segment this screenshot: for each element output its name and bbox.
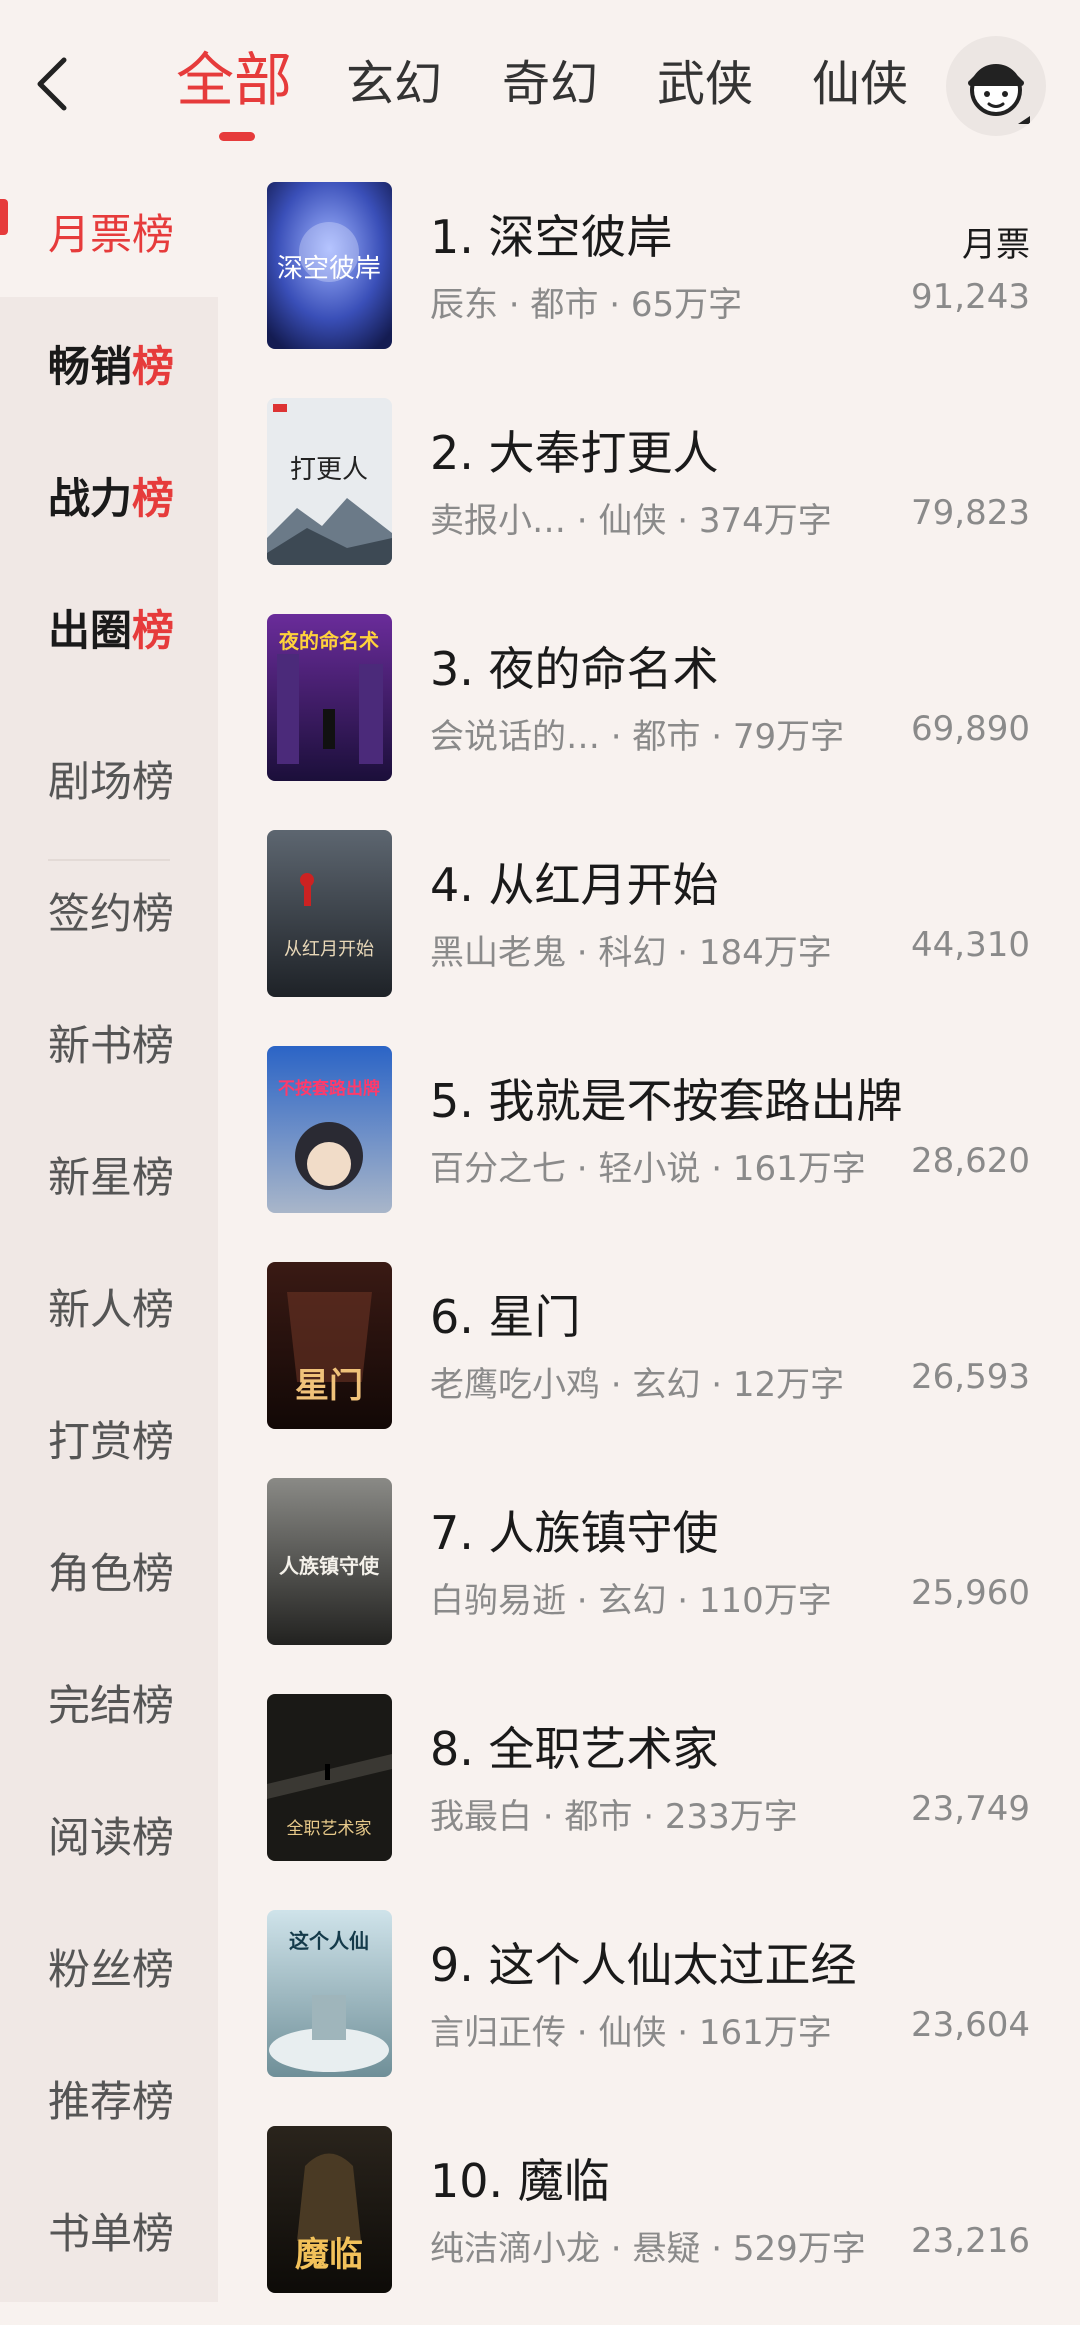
book-cover: 深空彼岸 [267, 182, 392, 349]
sidebar-item-label: 战力 [48, 473, 133, 523]
cover-title: 深空彼岸 [277, 254, 381, 284]
book-cover: 魔临 [267, 2126, 392, 2293]
sidebar-item-newcomer[interactable]: 新人榜 [0, 1240, 218, 1372]
vote-count: 26,593 [911, 1357, 1030, 1397]
book-meta: 百分之七 · 轻小说 · 161万字 [430, 1149, 866, 1189]
vote-count: 23,749 [911, 1789, 1030, 1829]
book-meta: 白驹易逝 · 玄幻 · 110万字 [430, 1581, 832, 1621]
book-cover: 星门 [267, 1262, 392, 1429]
book-title: 6. 星门 [430, 1290, 581, 1344]
book-title: 4. 从红月开始 [430, 858, 719, 912]
user-avatar-button[interactable] [946, 36, 1046, 136]
avatar-icon [968, 64, 1030, 124]
top-bar: 全部 玄幻 奇幻 武侠 仙侠 [0, 0, 1080, 165]
vote-count: 23,604 [911, 2005, 1030, 2045]
cover-title: 从红月开始 [284, 939, 374, 960]
vote-count: 25,960 [911, 1573, 1030, 1613]
book-title: 5. 我就是不按套路出牌 [430, 1074, 903, 1128]
book-cover: 夜的命名术 [267, 614, 392, 781]
sidebar-item-label: 畅销 [48, 341, 133, 391]
book-title: 9. 这个人仙太过正经 [430, 1938, 857, 1992]
book-cover: 全职艺术家 [267, 1694, 392, 1861]
sidebar-item-fans[interactable]: 粉丝榜 [0, 1900, 218, 2032]
sidebar-item-signed[interactable]: 签约榜 [0, 844, 218, 976]
sidebar-item-breakout[interactable]: 出圈榜 [0, 561, 218, 693]
cover-title: 星门 [295, 1366, 363, 1406]
cover-title: 人族镇守使 [279, 1554, 380, 1578]
sidebar-item-suffix: 榜 [132, 605, 175, 655]
active-tab-indicator [219, 132, 255, 141]
sidebar-item-completed[interactable]: 完结榜 [0, 1636, 218, 1768]
book-title: 1. 深空彼岸 [430, 210, 673, 264]
vote-count: 23,216 [911, 2221, 1030, 2261]
list-item[interactable]: 深空彼岸 1. 深空彼岸 月票 辰东 · 都市 · 65万字 91,243 [218, 165, 1080, 381]
list-item[interactable]: 魔临 10. 魔临 纯洁滴小龙 · 悬疑 · 529万字 23,216 [218, 2109, 1080, 2325]
book-meta: 老鹰吃小鸡 · 玄幻 · 12万字 [430, 1365, 845, 1405]
book-meta: 纯洁滴小龙 · 悬疑 · 529万字 [430, 2229, 866, 2269]
tab-xianxia[interactable]: 仙侠 [812, 44, 908, 124]
active-marker [0, 199, 8, 235]
vote-count: 91,243 [911, 277, 1030, 317]
list-item[interactable]: 这个人仙 9. 这个人仙太过正经 言归正传 · 仙侠 · 161万字 23,60… [218, 1893, 1080, 2109]
vote-count: 28,620 [911, 1141, 1030, 1181]
sidebar-item-tipping[interactable]: 打赏榜 [0, 1372, 218, 1504]
book-cover: 人族镇守使 [267, 1478, 392, 1645]
ranking-list: 深空彼岸 1. 深空彼岸 月票 辰东 · 都市 · 65万字 91,243 打更… [218, 165, 1080, 2302]
sidebar-item-character[interactable]: 角色榜 [0, 1504, 218, 1636]
sidebar-item-label: 出圈 [48, 605, 133, 655]
book-meta: 黑山老鬼 · 科幻 · 184万字 [430, 933, 832, 973]
sidebar-item-new-book[interactable]: 新书榜 [0, 976, 218, 1108]
sidebar-item-recommend[interactable]: 推荐榜 [0, 2032, 218, 2164]
book-cover: 打更人 [267, 398, 392, 565]
cover-title: 魔临 [295, 2235, 363, 2275]
book-title: 3. 夜的命名术 [430, 642, 719, 696]
back-button[interactable] [28, 52, 76, 116]
cover-title: 全职艺术家 [287, 1819, 372, 1839]
vote-column-label: 月票 [962, 225, 1030, 265]
sidebar-item-label: 月票 [48, 209, 133, 259]
book-meta: 卖报小… · 仙侠 · 374万字 [430, 501, 832, 541]
cover-title: 不按套路出牌 [278, 1078, 380, 1099]
sidebar-item-power[interactable]: 战力榜 [0, 429, 218, 561]
book-meta: 辰东 · 都市 · 65万字 [430, 285, 743, 325]
book-title: 8. 全职艺术家 [430, 1722, 719, 1776]
ranking-sidebar: 月票榜 畅销榜 战力榜 出圈榜 剧场榜 签约榜 新书榜 新星榜 新人榜 打赏榜 … [0, 165, 218, 2302]
book-title: 2. 大奉打更人 [430, 426, 719, 480]
vote-count: 79,823 [911, 493, 1030, 533]
book-cover: 这个人仙 [267, 1910, 392, 2077]
tab-qihuan[interactable]: 奇幻 [502, 44, 598, 124]
list-item[interactable]: 打更人 2. 大奉打更人 卖报小… · 仙侠 · 374万字 79,823 [218, 381, 1080, 597]
list-item[interactable]: 不按套路出牌 5. 我就是不按套路出牌 百分之七 · 轻小说 · 161万字 2… [218, 1029, 1080, 1245]
list-item[interactable]: 人族镇守使 7. 人族镇守使 白驹易逝 · 玄幻 · 110万字 25,960 [218, 1461, 1080, 1677]
sidebar-item-suffix: 榜 [132, 473, 175, 523]
sidebar-item-monthly-ticket[interactable]: 月票榜 [0, 165, 218, 297]
list-item[interactable]: 全职艺术家 8. 全职艺术家 我最白 · 都市 · 233万字 23,749 [218, 1677, 1080, 1893]
vote-count: 44,310 [911, 925, 1030, 965]
vote-count: 69,890 [911, 709, 1030, 749]
book-cover: 不按套路出牌 [267, 1046, 392, 1213]
book-cover: 从红月开始 [267, 830, 392, 997]
list-item[interactable]: 星门 6. 星门 老鹰吃小鸡 · 玄幻 · 12万字 26,593 [218, 1245, 1080, 1461]
sidebar-item-suffix: 榜 [132, 341, 175, 391]
book-meta: 会说话的… · 都市 · 79万字 [430, 717, 845, 757]
chevron-left-icon [37, 57, 67, 111]
sidebar-item-reading[interactable]: 阅读榜 [0, 1768, 218, 1900]
cover-title: 这个人仙 [289, 1929, 369, 1953]
cover-title: 打更人 [290, 455, 368, 485]
list-item[interactable]: 夜的命名术 3. 夜的命名术 会说话的… · 都市 · 79万字 69,890 [218, 597, 1080, 813]
book-title: 7. 人族镇守使 [430, 1506, 719, 1560]
sidebar-item-booklist[interactable]: 书单榜 [0, 2164, 218, 2296]
tab-wuxia[interactable]: 武侠 [657, 44, 753, 124]
book-meta: 言归正传 · 仙侠 · 161万字 [430, 2013, 832, 2053]
cover-title: 夜的命名术 [278, 629, 379, 653]
sidebar-item-new-star[interactable]: 新星榜 [0, 1108, 218, 1240]
sidebar-item-bestseller[interactable]: 畅销榜 [0, 297, 218, 429]
book-title: 10. 魔临 [430, 2154, 610, 2208]
book-meta: 我最白 · 都市 · 233万字 [430, 1797, 798, 1837]
list-item[interactable]: 从红月开始 4. 从红月开始 黑山老鬼 · 科幻 · 184万字 44,310 [218, 813, 1080, 1029]
sidebar-item-suffix: 榜 [132, 209, 175, 259]
tab-all[interactable]: 全部 [176, 40, 292, 120]
sidebar-item-theater[interactable]: 剧场榜 [0, 712, 218, 844]
tab-xuanhuan[interactable]: 玄幻 [346, 44, 442, 124]
